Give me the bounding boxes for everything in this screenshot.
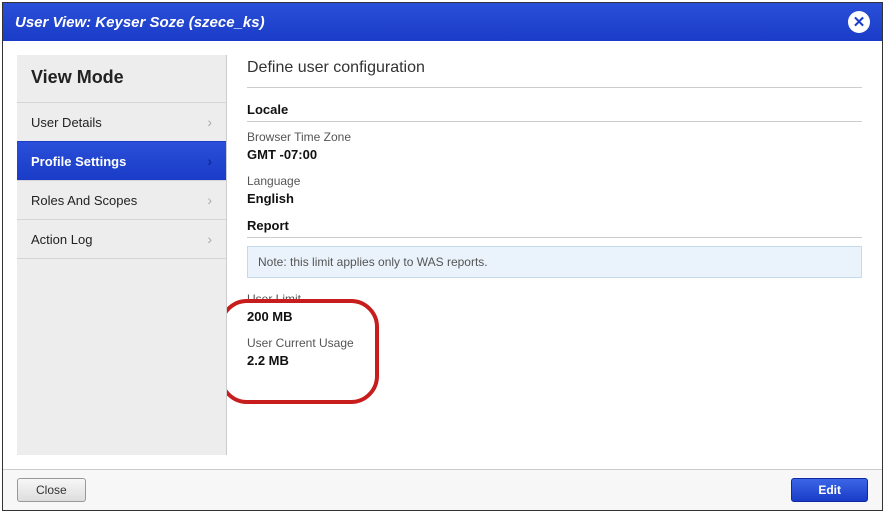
report-note: Note: this limit applies only to WAS rep… — [247, 246, 862, 278]
user-usage-value: 2.2 MB — [247, 353, 862, 368]
user-limit-label: User Limit — [247, 292, 862, 306]
page-title: Define user configuration — [247, 59, 862, 88]
sidebar-item-label: Roles And Scopes — [31, 193, 137, 208]
field-user-limit: User Limit 200 MB — [247, 292, 862, 324]
sidebar-item-user-details[interactable]: User Details › — [17, 102, 226, 141]
sidebar-item-action-log[interactable]: Action Log › — [17, 219, 226, 259]
sidebar-item-roles-and-scopes[interactable]: Roles And Scopes › — [17, 180, 226, 219]
section-locale-heading: Locale — [247, 102, 862, 122]
user-view-dialog: User View: Keyser Soze (szece_ks) ✕ View… — [2, 2, 883, 511]
timezone-label: Browser Time Zone — [247, 130, 862, 144]
sidebar-item-label: User Details — [31, 115, 102, 130]
close-icon[interactable]: ✕ — [848, 11, 870, 33]
dialog-title: User View: Keyser Soze (szece_ks) — [15, 14, 265, 31]
field-timezone: Browser Time Zone GMT -07:00 — [247, 130, 862, 162]
sidebar: View Mode User Details › Profile Setting… — [17, 55, 227, 455]
main-content: Define user configuration Locale Browser… — [227, 41, 882, 469]
sidebar-item-label: Action Log — [31, 232, 92, 247]
titlebar: User View: Keyser Soze (szece_ks) ✕ — [3, 3, 882, 41]
sidebar-header: View Mode — [17, 55, 226, 102]
chevron-right-icon: › — [207, 231, 212, 247]
field-language: Language English — [247, 174, 862, 206]
close-button[interactable]: Close — [17, 478, 86, 502]
section-report-heading: Report — [247, 218, 862, 238]
field-user-usage: User Current Usage 2.2 MB — [247, 336, 862, 368]
language-value: English — [247, 191, 862, 206]
user-usage-label: User Current Usage — [247, 336, 862, 350]
chevron-right-icon: › — [207, 192, 212, 208]
language-label: Language — [247, 174, 862, 188]
edit-button[interactable]: Edit — [791, 478, 868, 502]
timezone-value: GMT -07:00 — [247, 147, 862, 162]
chevron-right-icon: › — [207, 114, 212, 130]
dialog-body: View Mode User Details › Profile Setting… — [3, 41, 882, 469]
dialog-footer: Close Edit — [3, 469, 882, 510]
chevron-right-icon: › — [207, 153, 212, 169]
sidebar-item-profile-settings[interactable]: Profile Settings › — [17, 141, 226, 180]
sidebar-item-label: Profile Settings — [31, 154, 126, 169]
user-limit-value: 200 MB — [247, 309, 862, 324]
